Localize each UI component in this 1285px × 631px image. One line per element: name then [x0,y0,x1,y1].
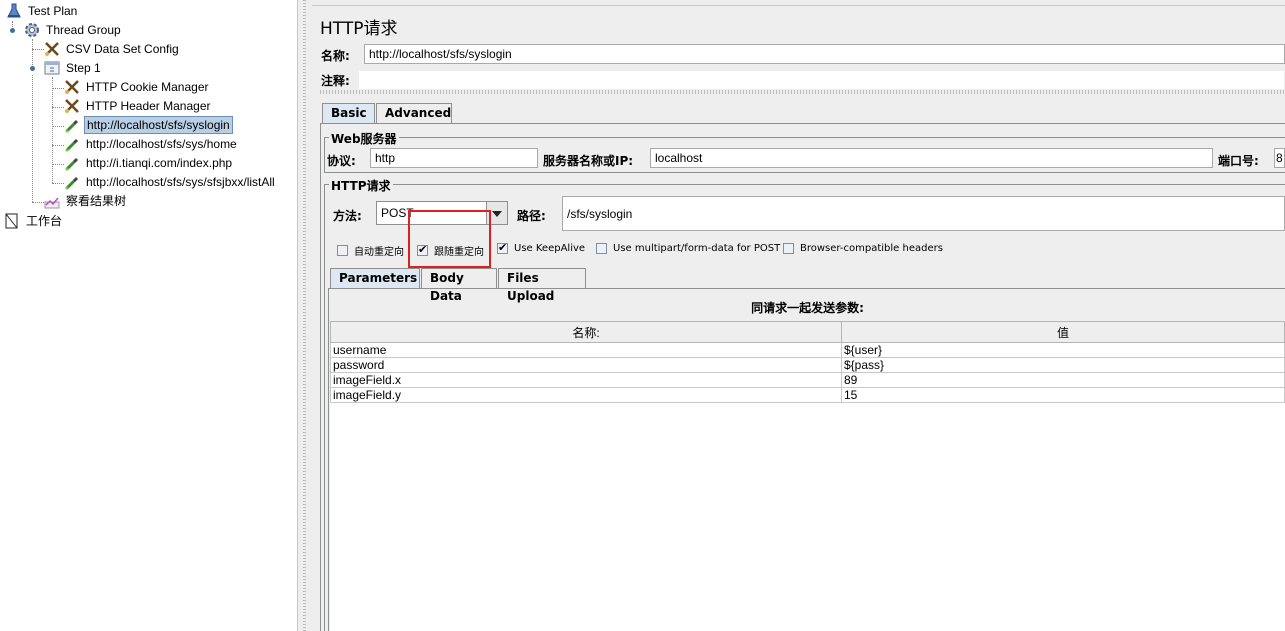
name-label: 名称: [321,49,350,63]
server-label: 服务器名称或IP: [543,154,634,168]
scissors-icon [64,79,80,95]
server-field[interactable]: localhost [650,148,1213,168]
top-divider [312,0,1285,6]
param-value-cell[interactable]: 89 [841,372,1285,388]
tree-item-step-1[interactable]: Step 1 [44,59,103,77]
checkbox-box-checked [497,241,508,254]
table-row[interactable]: username ${user} [330,342,1285,358]
tree-item-sampler-listall[interactable]: http://localhost/sfs/sys/sfsjbxx/listAll [64,173,277,191]
tab-body-data[interactable]: Body Data [421,268,497,303]
multipart-checkbox[interactable]: Use multipart/form-data for POST [596,243,780,254]
table-row[interactable]: imageField.x 89 [330,372,1285,388]
page-title: HTTP请求 [320,19,398,39]
path-field[interactable]: /sfs/syslogin [562,196,1285,231]
tree-item-test-plan[interactable]: Test Plan [6,2,79,20]
name-field[interactable]: http://localhost/sfs/syslogin [364,44,1285,64]
chart-icon [44,193,60,209]
web-server-group-title: Web服务器 [329,130,399,147]
scissors-icon [64,98,80,114]
scissors-icon [44,41,60,57]
tree-item-view-results-tree[interactable]: 察看结果树 [44,192,128,210]
tree-item-workbench[interactable]: 工作台 [4,212,64,230]
params-table[interactable]: 名称: 值 username ${user} password ${pass} … [330,321,1285,403]
collapse-divider[interactable] [320,90,1285,94]
table-row[interactable]: imageField.y 15 [330,387,1285,403]
checkbox-box [783,243,794,254]
param-name-cell[interactable]: imageField.y [330,387,842,403]
flask-icon [6,3,22,19]
http-request-panel: HTTP请求 名称: http://localhost/sfs/syslogin… [312,0,1285,631]
pipette-icon [64,155,80,171]
param-value-cell[interactable]: ${user} [841,342,1285,358]
keepalive-checkbox[interactable]: Use KeepAlive [497,241,585,254]
comment-field[interactable] [358,70,1285,90]
column-header-value[interactable]: 值 [841,321,1285,343]
pipette-icon [64,117,80,133]
table-row[interactable]: password ${pass} [330,357,1285,373]
browser-compatible-checkbox[interactable]: Browser-compatible headers [783,243,943,254]
tree-item-sampler-syslogin[interactable]: http://localhost/sfs/syslogin [64,116,233,134]
params-caption: 同请求一起发送参数: [751,301,864,315]
column-header-name[interactable]: 名称: [330,321,842,343]
tab-parameters[interactable]: Parameters [330,268,420,288]
param-name-cell[interactable]: password [330,357,842,373]
comment-label: 注释: [321,74,350,88]
panel-splitter[interactable] [297,0,313,631]
path-label: 路径: [517,209,546,223]
thread-group-expand-knob[interactable] [10,28,15,33]
param-name-cell[interactable]: imageField.x [330,372,842,388]
auto-redirect-checkbox[interactable]: 自动重定向 [337,243,404,258]
port-field[interactable]: 8 [1274,148,1285,168]
tab-basic[interactable]: Basic [322,103,375,123]
test-plan-tree[interactable]: Test Plan Thread Group CSV Data Set Conf… [0,0,297,631]
tree-item-thread-group[interactable]: Thread Group [24,21,123,39]
http-request-group-title: HTTP请求 [329,177,393,194]
protocol-field[interactable]: http [370,148,538,168]
gear-icon [24,22,40,38]
tree-item-http-header-manager[interactable]: HTTP Header Manager [64,97,213,115]
param-value-cell[interactable]: ${pass} [841,357,1285,373]
tab-files-upload[interactable]: Files Upload [498,268,586,303]
tree-item-http-cookie-manager[interactable]: HTTP Cookie Manager [64,78,211,96]
method-label: 方法: [333,209,362,223]
tab-advanced[interactable]: Advanced [376,103,452,123]
checkbox-box [337,245,348,256]
workbench-icon [4,213,20,229]
pipette-icon [64,136,80,152]
port-label: 端口号: [1218,154,1259,168]
protocol-label: 协议: [327,154,356,168]
tree-item-sampler-tianqi[interactable]: http://i.tianqi.com/index.php [64,154,234,172]
highlight-annotation [408,210,491,268]
tree-item-csv-data-set-config[interactable]: CSV Data Set Config [44,40,181,58]
tree-item-sampler-sys-home[interactable]: http://localhost/sfs/sys/home [64,135,239,153]
controller-icon [44,60,60,76]
pipette-icon [64,174,80,190]
step1-expand-knob[interactable] [30,66,35,71]
param-value-cell[interactable]: 15 [841,387,1285,403]
checkbox-box [596,243,607,254]
param-name-cell[interactable]: username [330,342,842,358]
